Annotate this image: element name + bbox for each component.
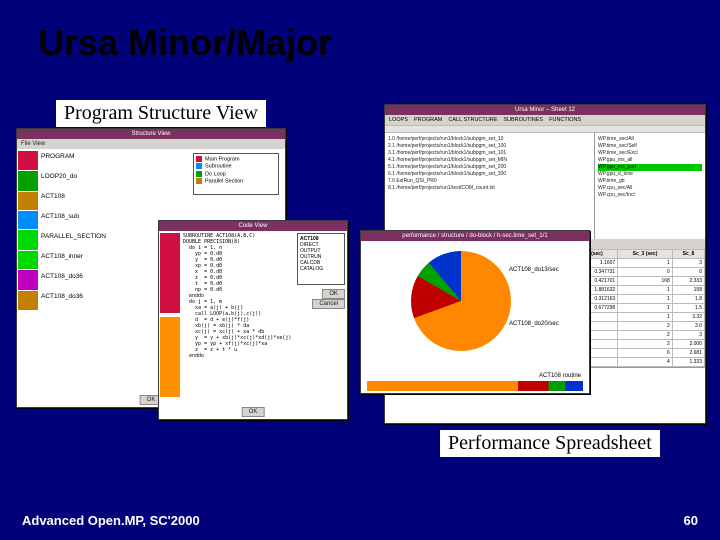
- list-item[interactable]: WP.time_gb: [598, 178, 702, 185]
- table-cell: 1: [618, 295, 673, 304]
- window-code-view: Code View SUBROUTINE ACT108(A,B,C) DOUBL…: [158, 220, 348, 420]
- winA-bar: [18, 192, 38, 210]
- table-cell: 3.32: [672, 313, 704, 322]
- list-item[interactable]: 3.1 /home/perf/projects/run1/block1/subp…: [388, 150, 591, 157]
- winA-menubar[interactable]: File View: [17, 139, 285, 149]
- legend-item: Do Loop: [196, 171, 276, 178]
- table-cell: 2.000: [672, 340, 704, 349]
- toolbar-tab[interactable]: CALL STRUCTURE: [448, 117, 497, 123]
- winA-bar: [18, 211, 38, 230]
- winA-bar: [18, 171, 38, 192]
- winD-stacked-bar: [367, 381, 583, 391]
- page-number: 60: [684, 513, 698, 528]
- winA-bar: [18, 251, 38, 269]
- table-cell: 2: [618, 322, 673, 331]
- table-cell: 3.0: [672, 322, 704, 331]
- winB-ok-bottom-button[interactable]: OK: [242, 407, 265, 417]
- winC-subbar: [385, 125, 705, 133]
- winC-file-list[interactable]: 1.0 /home/perf/projects/run1/block1/subp…: [385, 133, 595, 239]
- table-cell: 4: [618, 358, 673, 367]
- list-item[interactable]: WP.time_sec/Self: [598, 143, 702, 150]
- winB-ok-button[interactable]: OK: [322, 289, 345, 299]
- list-item[interactable]: 8.1 /home/perf/projects/run1/test/COM_co…: [388, 185, 591, 192]
- list-item[interactable]: 7.0 ExtRun_QSI_PR0: [388, 178, 591, 185]
- list-item[interactable]: 4.1 /home/perf/projects/run1/block1/subp…: [388, 157, 591, 164]
- list-item[interactable]: 1.0 /home/perf/projects/run1/block1/subp…: [388, 136, 591, 143]
- winC-titlebar: Ursa Minor – Sheet 12: [385, 105, 705, 115]
- toolbar-tab[interactable]: SUBROUTINES: [503, 117, 543, 123]
- table-cell: 0: [672, 268, 704, 277]
- toolbar-tab[interactable]: PROGRAM: [414, 117, 442, 123]
- routine-item[interactable]: CATALOG: [300, 266, 342, 272]
- list-item[interactable]: WP.time_sec/All: [598, 136, 702, 143]
- table-cell: 0: [618, 268, 673, 277]
- winC-metric-list[interactable]: WP.time_sec/AllWP.time_sec/SelfWP.time_s…: [595, 133, 705, 239]
- table-cell: 2: [618, 340, 673, 349]
- winB-cancel-button[interactable]: Cancel: [312, 299, 345, 309]
- list-item[interactable]: WP.gpu_ms_all: [598, 157, 702, 164]
- table-header[interactable]: Sc_3 (sec): [618, 250, 673, 259]
- legend-item: Main Program: [196, 156, 276, 163]
- winA-titlebar: Structure View: [17, 129, 285, 139]
- table-cell: 2.681: [672, 349, 704, 358]
- list-item[interactable]: 5.1 /home/perf/projects/run1/block1/subp…: [388, 164, 591, 171]
- list-item[interactable]: WP.cpu_sec/All: [598, 185, 702, 192]
- window-pie-chart: performance / structure / do-block / h-s…: [360, 230, 590, 394]
- list-item[interactable]: 2.1 /home/perf/projects/run1/block1/subp…: [388, 143, 591, 150]
- list-item[interactable]: WP.gpu_d_time: [598, 171, 702, 178]
- pie-label-primary: ACT108_do13/sec: [509, 267, 559, 273]
- winA-bar: [18, 291, 38, 309]
- footer-left: Advanced Open.MP, SC'2000: [22, 513, 200, 528]
- pie-chart-icon: [411, 251, 511, 351]
- winB-color-bars: [159, 231, 181, 419]
- winC-toolbar[interactable]: LOOPS PROGRAM CALL STRUCTURE SUBROUTINES FUN…: [385, 115, 705, 125]
- winD-titlebar: performance / structure / do-block / h-s…: [361, 231, 589, 241]
- winD-pie-area: ACT108_do13/sec ACT108_do20/sec ACT108 r…: [361, 241, 589, 393]
- legend-item: Parallel Section: [196, 178, 276, 185]
- table-cell: 1.333: [672, 358, 704, 367]
- table-cell: 6: [618, 349, 673, 358]
- label-performance-spreadsheet: Performance Spreadsheet: [440, 430, 660, 457]
- list-item[interactable]: WP.gpu_ms_part: [598, 164, 702, 171]
- table-cell: 1.8: [672, 295, 704, 304]
- winA-bar: [18, 230, 38, 250]
- slide-title: Ursa Minor/Major: [38, 22, 332, 64]
- table-cell: 158: [672, 286, 704, 295]
- pie-label-secondary: ACT108_do20/sec: [509, 321, 559, 327]
- winA-bar: [18, 270, 38, 290]
- winA-color-bars: [17, 149, 39, 407]
- table-cell: 1: [618, 313, 673, 322]
- table-cell: 1: [618, 286, 673, 295]
- winD-bar-label: ACT108 routine: [539, 373, 581, 379]
- legend-item: Subroutine: [196, 163, 276, 170]
- table-cell: 3: [672, 331, 704, 340]
- table-header[interactable]: Sc_8: [672, 250, 704, 259]
- winB-titlebar: Code View: [159, 221, 347, 231]
- winA-bar: [18, 151, 38, 170]
- table-cell: 2: [618, 331, 673, 340]
- table-cell: 1: [618, 304, 673, 313]
- label-program-structure: Program Structure View: [56, 100, 266, 127]
- table-cell: 168: [618, 277, 673, 286]
- table-cell: 2.333: [672, 277, 704, 286]
- toolbar-tab[interactable]: LOOPS: [389, 117, 408, 123]
- winA-legend: Main ProgramSubroutineDo LoopParallel Se…: [193, 153, 279, 195]
- table-cell: 1.5: [672, 304, 704, 313]
- toolbar-tab[interactable]: FUNCTIONS: [549, 117, 581, 123]
- table-cell: 3: [672, 259, 704, 268]
- list-item[interactable]: WP.cpu_sec/Incl: [598, 192, 702, 199]
- winB-routine-list[interactable]: ACT108 DIRECTOUTPUTOUTRUNCALCDBCATALOG: [297, 233, 345, 285]
- table-cell: 1: [618, 259, 673, 268]
- list-item[interactable]: WP.time_sec/Excl: [598, 150, 702, 157]
- list-item[interactable]: 6.1 /home/perf/projects/run1/block1/subp…: [388, 171, 591, 178]
